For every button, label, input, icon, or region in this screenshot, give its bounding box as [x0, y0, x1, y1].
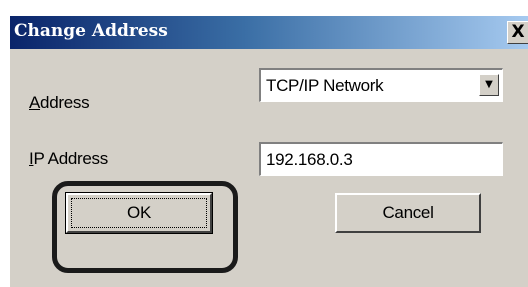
address-select-value: TCP/IP Network: [266, 76, 384, 95]
ip-address-input[interactable]: [259, 142, 503, 176]
address-label: Address: [29, 93, 90, 113]
ip-label-text: P Address: [33, 149, 108, 168]
cancel-button-label: Cancel: [382, 203, 434, 222]
address-dropdown-button[interactable]: ▼: [479, 74, 499, 96]
address-label-text: ddress: [40, 93, 90, 112]
close-button[interactable]: X: [507, 21, 528, 44]
dialog-title: Change Address: [14, 21, 168, 41]
cancel-button[interactable]: Cancel: [335, 193, 481, 233]
address-label-accelerator: A: [29, 93, 41, 112]
address-select[interactable]: TCP/IP Network ▼: [259, 68, 503, 102]
title-bar: Change Address X: [10, 16, 528, 49]
ip-address-label: IP Address: [29, 149, 108, 169]
ok-button-highlight-callout: [52, 181, 238, 273]
chevron-down-icon: ▼: [485, 79, 493, 90]
close-icon: X: [511, 22, 525, 42]
